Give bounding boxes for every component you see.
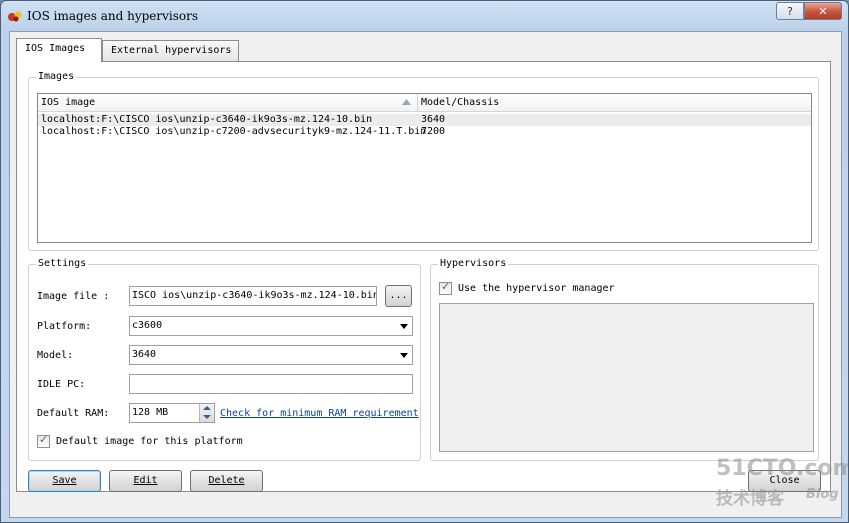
window-title: IOS images and hypervisors: [27, 9, 199, 23]
image-file-input[interactable]: ISCO ios\unzip-c3640-ik9o3s-mz.124-10.bi…: [129, 286, 377, 306]
images-group-label: Images: [36, 71, 77, 82]
column-header-label: Model/Chassis: [421, 97, 500, 108]
tab-external-hypervisors[interactable]: External hypervisors: [102, 40, 239, 62]
checkmark-icon: ✓: [39, 433, 49, 446]
images-listview[interactable]: IOS image Model/Chassis localhost:F:\CIS…: [37, 93, 812, 243]
save-button[interactable]: Save: [28, 470, 101, 492]
hypervisor-list[interactable]: [439, 303, 814, 452]
platform-value: c3600: [132, 320, 163, 331]
spin-up-icon[interactable]: [203, 406, 211, 410]
cell-ios-image: localhost:F:\CISCO ios\unzip-c3640-ik9o3…: [41, 114, 373, 125]
watermark-subtitle: 技术博客: [716, 489, 784, 509]
edit-button-label: Edit: [133, 475, 158, 486]
settings-group: Settings Image file : ISCO ios\unzip-c36…: [28, 258, 421, 461]
checkmark-icon: ✓: [441, 280, 451, 293]
help-button[interactable]: ?: [776, 2, 804, 20]
table-row[interactable]: localhost:F:\CISCO ios\unzip-c7200-advse…: [38, 126, 811, 138]
platform-select[interactable]: c3600: [129, 316, 413, 336]
dialog-window: IOS images and hypervisors ? ✕ IOS Image…: [0, 0, 849, 523]
column-header-ios-image[interactable]: IOS image: [38, 94, 418, 111]
title-bar[interactable]: IOS images and hypervisors ? ✕: [1, 1, 848, 31]
listview-header: IOS image Model/Chassis: [38, 94, 811, 112]
sort-ascending-icon: [402, 99, 411, 105]
cell-ios-image: localhost:F:\CISCO ios\unzip-c7200-advse…: [41, 126, 427, 137]
dialog-client-area: IOS Images External hypervisors Images I…: [9, 31, 848, 518]
model-select[interactable]: 3640: [129, 345, 413, 365]
images-group: Images IOS image Model/Chassis localhost…: [28, 71, 819, 251]
hypervisors-group-label: Hypervisors: [438, 258, 509, 269]
save-button-label: Save: [52, 475, 77, 486]
default-image-checkbox[interactable]: ✓: [37, 433, 50, 448]
cell-model: 7200: [421, 126, 446, 137]
model-label: Model:: [37, 350, 74, 361]
cell-model: 3640: [421, 114, 446, 125]
watermark-logo: 51CTO.com: [716, 456, 849, 481]
app-icon: [8, 11, 22, 22]
chevron-down-icon: [400, 324, 408, 329]
default-ram-stepper[interactable]: 128 MB: [129, 403, 215, 423]
settings-group-label: Settings: [36, 258, 89, 269]
delete-button-label: Delete: [208, 475, 245, 486]
tab-ios-images[interactable]: IOS Images: [16, 38, 102, 62]
tab-panel-ios-images: Images IOS image Model/Chassis localhost…: [16, 61, 831, 492]
use-hypervisor-manager-label: Use the hypervisor manager: [458, 283, 615, 294]
window-close-button[interactable]: ✕: [804, 2, 842, 20]
check-ram-link[interactable]: Check for minimum RAM requirement: [220, 408, 419, 419]
watermark-blog: Blog: [806, 487, 839, 502]
image-file-label: Image file :: [37, 291, 110, 302]
use-hypervisor-manager-checkbox[interactable]: ✓: [439, 280, 452, 295]
default-image-label: Default image for this platform: [56, 436, 243, 447]
ram-spin-buttons[interactable]: [199, 404, 214, 422]
edit-button[interactable]: Edit: [109, 470, 182, 492]
default-ram-label: Default RAM:: [37, 408, 110, 419]
model-value: 3640: [132, 349, 157, 360]
hypervisors-group: Hypervisors ✓ Use the hypervisor manager: [430, 258, 819, 461]
default-ram-value: 128 MB: [132, 407, 169, 418]
column-header-model-chassis[interactable]: Model/Chassis: [418, 94, 813, 111]
spin-down-icon[interactable]: [203, 415, 211, 419]
delete-button[interactable]: Delete: [190, 470, 263, 492]
platform-label: Platform:: [37, 321, 92, 332]
browse-button[interactable]: ...: [385, 285, 412, 307]
column-header-label: IOS image: [41, 97, 96, 108]
idle-pc-input[interactable]: [129, 374, 413, 394]
idle-pc-label: IDLE PC:: [37, 379, 86, 390]
chevron-down-icon: [400, 353, 408, 358]
table-row[interactable]: localhost:F:\CISCO ios\unzip-c3640-ik9o3…: [38, 114, 811, 126]
